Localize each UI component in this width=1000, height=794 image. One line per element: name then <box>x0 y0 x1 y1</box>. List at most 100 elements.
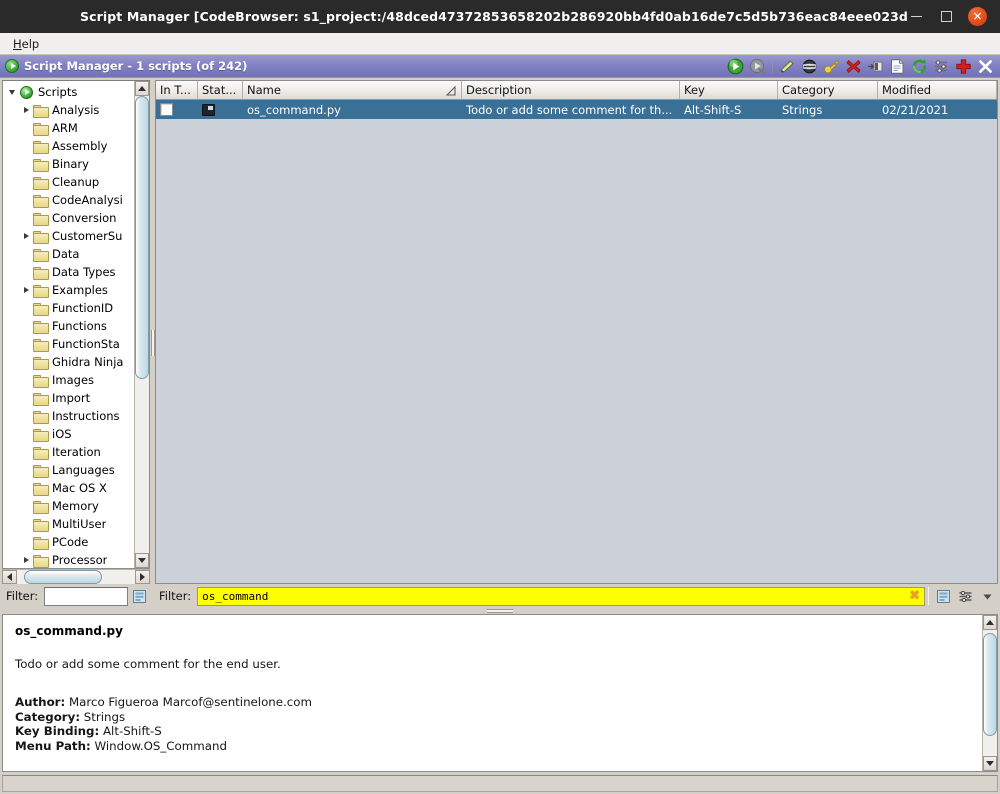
tree-node[interactable]: Languages <box>5 461 134 479</box>
tree-scroll-right-button[interactable] <box>135 570 150 584</box>
tree-vertical-scrollbar[interactable] <box>134 81 149 568</box>
run-last-script-button[interactable] <box>747 56 768 76</box>
tree-node[interactable]: MultiUser <box>5 515 134 533</box>
column-header-in_tool[interactable]: In T... <box>156 81 198 99</box>
tree-node[interactable]: Data <box>5 245 134 263</box>
folder-icon <box>33 122 48 135</box>
cell-key: Alt-Shift-S <box>680 100 778 119</box>
tree-node[interactable]: Mac OS X <box>5 479 134 497</box>
description-summary: Todo or add some comment for the end use… <box>15 659 970 671</box>
chevron-right-icon[interactable] <box>19 107 33 113</box>
close-window-button[interactable]: ✕ <box>968 7 987 26</box>
column-header-status[interactable]: Stat... <box>198 81 243 99</box>
table-filter-input[interactable]: os_command ✖ <box>197 587 925 606</box>
column-header-category[interactable]: Category <box>778 81 878 99</box>
column-header-key[interactable]: Key <box>680 81 778 99</box>
menu-item-help[interactable]: Help <box>8 35 44 53</box>
cell-in_tool[interactable] <box>156 100 198 119</box>
tree-filter-options-icon[interactable] <box>129 586 149 606</box>
provider-title: Script Manager - 1 scripts (of 242) <box>24 59 247 73</box>
description-field-label: Category: <box>15 710 80 724</box>
description-scroll-track[interactable] <box>983 630 997 756</box>
folder-icon <box>33 302 48 315</box>
tree-node[interactable]: Data Types <box>5 263 134 281</box>
folder-icon <box>33 356 48 369</box>
tree-node[interactable]: Analysis <box>5 101 134 119</box>
tree-filter-input[interactable] <box>44 587 128 606</box>
column-header-description[interactable]: Description <box>462 81 680 99</box>
chevron-down-icon[interactable] <box>977 586 997 606</box>
tree-scroll-thumb[interactable] <box>135 96 149 379</box>
minimize-button[interactable] <box>908 9 924 25</box>
tree-horizontal-scrollbar[interactable] <box>2 569 150 584</box>
run-script-button[interactable] <box>725 56 746 76</box>
tree-scroll-left-button[interactable] <box>2 570 17 584</box>
chevron-right-icon[interactable] <box>19 233 33 239</box>
script-table[interactable]: In T...Stat...NameDescriptionKeyCategory… <box>155 80 998 584</box>
description-field-value: Strings <box>80 710 125 724</box>
tree-node[interactable]: Functions <box>5 317 134 335</box>
tree-node[interactable]: Processor <box>5 551 134 568</box>
tree-node-label: Scripts <box>38 85 77 99</box>
tree-node[interactable]: ARM <box>5 119 134 137</box>
tree-node[interactable]: CustomerSu <box>5 227 134 245</box>
chevron-down-icon[interactable] <box>5 90 19 95</box>
description-scroll-up-button[interactable] <box>983 615 997 630</box>
in-tool-checkbox[interactable] <box>160 103 173 116</box>
tree-node[interactable]: CodeAnalysi <box>5 191 134 209</box>
tree-node[interactable]: Examples <box>5 281 134 299</box>
table-row[interactable]: os_command.pyTodo or add some comment fo… <box>156 100 997 119</box>
edit-script-button[interactable] <box>799 56 820 76</box>
tree-scroll-up-button[interactable] <box>135 81 149 96</box>
maximize-button[interactable] <box>938 9 954 25</box>
table-filter-settings-icon[interactable] <box>955 586 975 606</box>
tree-hscroll-track[interactable] <box>17 570 135 584</box>
column-header-modified[interactable]: Modified <box>878 81 997 99</box>
rename-script-button[interactable] <box>865 56 886 76</box>
tree-node-label: PCode <box>52 535 88 549</box>
tree-node[interactable]: PCode <box>5 533 134 551</box>
tree-scroll-track[interactable] <box>135 96 149 553</box>
tree-node[interactable]: Import <box>5 389 134 407</box>
chevron-right-icon[interactable] <box>19 287 33 293</box>
tree-node-label: Functions <box>52 319 107 333</box>
description-scroll-thumb[interactable] <box>983 633 997 736</box>
refresh-button[interactable] <box>909 56 930 76</box>
close-panel-button[interactable] <box>975 56 996 76</box>
tree-node[interactable]: FunctionID <box>5 299 134 317</box>
tree-node[interactable]: Assembly <box>5 137 134 155</box>
script-status-icon <box>202 104 215 116</box>
tree-hscroll-thumb[interactable] <box>24 570 102 584</box>
tree-node-label: Languages <box>52 463 115 477</box>
script-table-body[interactable]: os_command.pyTodo or add some comment fo… <box>156 100 997 583</box>
tree-node[interactable]: iOS <box>5 425 134 443</box>
tree-node[interactable]: Cleanup <box>5 173 134 191</box>
tree-node-label: FunctionSta <box>52 337 120 351</box>
tree-node[interactable]: Conversion <box>5 209 134 227</box>
delete-script-button[interactable] <box>843 56 864 76</box>
clear-filter-icon[interactable]: ✖ <box>909 590 920 603</box>
new-script-button[interactable] <box>887 56 908 76</box>
category-tree-list[interactable]: ScriptsAnalysisARMAssemblyBinaryCleanupC… <box>3 81 134 568</box>
help-button[interactable] <box>953 56 974 76</box>
tree-node[interactable]: Memory <box>5 497 134 515</box>
description-vertical-scrollbar[interactable] <box>982 615 997 771</box>
key-binding-button[interactable] <box>821 56 842 76</box>
tree-node[interactable]: Instructions <box>5 407 134 425</box>
folder-icon <box>33 320 48 333</box>
table-filter-options-icon[interactable] <box>933 586 953 606</box>
tree-node[interactable]: Binary <box>5 155 134 173</box>
tree-scroll-down-button[interactable] <box>135 553 149 568</box>
chevron-right-icon[interactable] <box>19 557 33 563</box>
script-directories-button[interactable] <box>931 56 952 76</box>
description-scroll-down-button[interactable] <box>983 756 997 771</box>
edit-script-eclipse-button[interactable] <box>777 56 798 76</box>
tree-node[interactable]: Images <box>5 371 134 389</box>
tree-node[interactable]: Ghidra Ninja <box>5 353 134 371</box>
tree-node[interactable]: FunctionSta <box>5 335 134 353</box>
category-tree[interactable]: ScriptsAnalysisARMAssemblyBinaryCleanupC… <box>2 80 150 569</box>
column-header-name[interactable]: Name <box>243 81 462 99</box>
column-header-label: Modified <box>882 83 931 97</box>
tree-node[interactable]: Iteration <box>5 443 134 461</box>
tree-node[interactable]: Scripts <box>5 83 134 101</box>
